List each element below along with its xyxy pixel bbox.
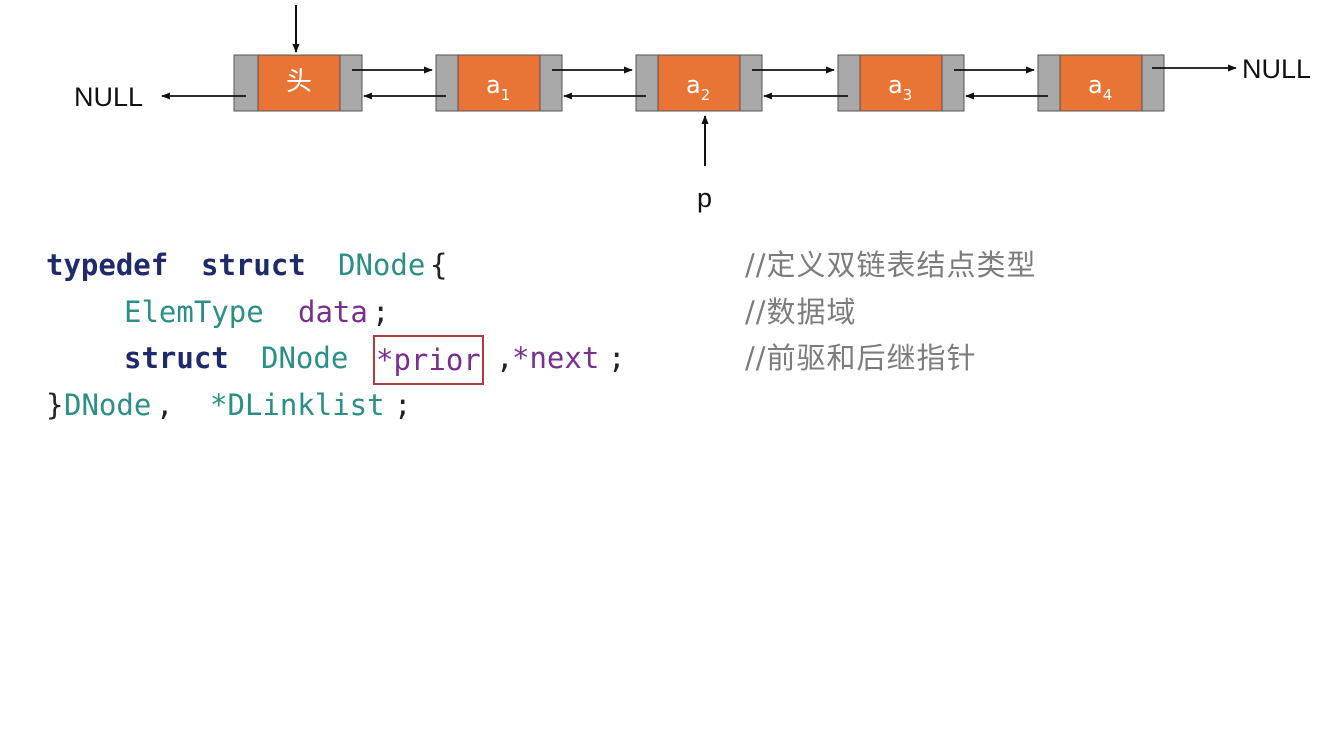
code-line-2: ElemType data ; //数据域	[0, 289, 1336, 335]
node-a2-subscript: 2	[701, 86, 711, 104]
comma: ,	[156, 388, 191, 422]
null-right-label: NULL	[1242, 54, 1311, 84]
keyword-typedef: typedef	[46, 248, 169, 282]
open-brace: {	[430, 248, 448, 282]
comment-data-field: //数据域	[745, 295, 857, 329]
null-left-label: NULL	[74, 82, 143, 112]
node-a2-label: a	[686, 71, 701, 99]
field-data: data	[298, 295, 368, 329]
semicolon: ;	[608, 341, 626, 375]
field-prior-highlighted: *prior	[373, 335, 484, 385]
keyword-struct: struct	[124, 341, 229, 375]
type-dnode: DNode	[64, 388, 152, 422]
field-next: *next	[512, 341, 600, 375]
type-dlinklist: *DLinklist	[210, 388, 385, 422]
node-a1-subscript: 1	[501, 86, 511, 104]
node-a4: a4	[1037, 54, 1165, 112]
comment-pointers: //前驱和后继指针	[745, 341, 977, 375]
node-a3: a3	[837, 54, 965, 112]
code-line-3: struct DNode *prior , *next ; //前驱和后继指针	[0, 335, 1336, 385]
code-line-1: typedef struct DNode { //定义双链表结点类型	[0, 242, 1336, 288]
head-node-label: 头	[286, 67, 312, 97]
semicolon: ;	[394, 388, 412, 422]
doubly-linked-list-diagram: 头 a1 a2 a3 a4 NULL NULL p	[74, 5, 1311, 213]
node-a4-subscript: 4	[1103, 86, 1113, 104]
node-a2: a2	[635, 54, 763, 112]
comma: ,	[496, 341, 514, 375]
comment-node-type: //定义双链表结点类型	[745, 248, 1037, 282]
close-brace: }	[46, 388, 64, 422]
node-a3-label: a	[888, 71, 903, 99]
type-elemtype: ElemType	[124, 295, 264, 329]
keyword-struct: struct	[201, 248, 306, 282]
type-dnode: DNode	[338, 248, 426, 282]
node-a1-label: a	[486, 71, 501, 99]
node-a3-subscript: 3	[903, 86, 913, 104]
node-a4-label: a	[1088, 71, 1103, 99]
node-a1: a1	[435, 54, 563, 112]
type-dnode: DNode	[261, 341, 349, 375]
semicolon: ;	[372, 295, 390, 329]
code-line-4: } DNode , *DLinklist ;	[0, 382, 1336, 428]
head-node: 头	[233, 54, 363, 112]
pointer-p-label: p	[697, 183, 712, 213]
